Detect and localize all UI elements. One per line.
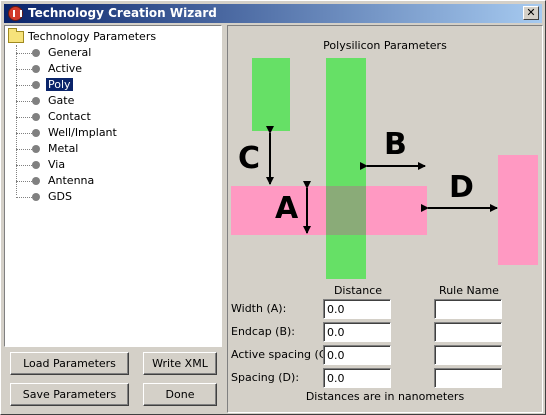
tree-branch-line — [16, 197, 32, 198]
tree-branch-line — [16, 117, 32, 118]
load-parameters-button[interactable]: Load Parameters — [10, 352, 129, 375]
tree-item-label: Gate — [48, 94, 75, 107]
tree-item-gate[interactable]: Gate — [16, 93, 206, 109]
tree-item-label: Contact — [48, 110, 91, 123]
tree-item-label: Poly — [46, 78, 73, 91]
tree-item-label: Metal — [48, 142, 79, 155]
save-parameters-button[interactable]: Save Parameters — [10, 383, 129, 406]
tree-branch-line — [16, 165, 32, 166]
dimension-label-c: C — [238, 141, 261, 176]
tree-item-contact[interactable]: Contact — [16, 109, 206, 125]
tree-item-label: GDS — [48, 190, 72, 203]
title-bar[interactable]: Technology Creation Wizard ✕ — [4, 4, 542, 23]
dimension-label-d: D — [449, 170, 474, 205]
active-spacing-label: Active spacing (C): — [231, 348, 335, 361]
wizard-window: Technology Creation Wizard ✕ Technology … — [0, 0, 546, 415]
tree-branch-line — [16, 69, 32, 70]
units-footnote: Distances are in nanometers — [305, 390, 465, 403]
endcap-distance-input[interactable] — [323, 322, 391, 342]
tree-branch-line — [16, 101, 32, 102]
active-spacing-rule-name-input[interactable] — [434, 345, 502, 365]
folder-icon — [8, 28, 24, 43]
dimension-label-a: A — [275, 191, 299, 226]
distance-column-header: Distance — [333, 284, 383, 297]
tree-item-label: General — [48, 46, 92, 59]
width-label: Width (A): — [231, 302, 287, 315]
spacing-rule-name-input[interactable] — [434, 368, 502, 388]
endcap-rule-name-input[interactable] — [434, 322, 502, 342]
done-button[interactable]: Done — [143, 383, 217, 406]
tree-item-metal[interactable]: Metal — [16, 141, 206, 157]
tree-item-label: Well/Implant — [48, 126, 117, 139]
tree-branch-line — [16, 85, 32, 86]
app-icon — [8, 6, 23, 21]
tree-item-via[interactable]: Via — [16, 157, 206, 173]
bullet-icon — [32, 161, 40, 169]
rule-name-column-header: Rule Name — [439, 284, 499, 297]
bullet-icon — [32, 129, 40, 137]
tree-item-poly[interactable]: Poly — [16, 77, 206, 93]
window-title: Technology Creation Wizard — [28, 6, 217, 20]
tree-branch-line — [16, 149, 32, 150]
bullet-icon — [32, 145, 40, 153]
tree-branch-line — [16, 133, 32, 134]
tree-item-gds[interactable]: GDS — [16, 189, 206, 205]
spacing-label: Spacing (D): — [231, 371, 300, 384]
bullet-icon — [32, 177, 40, 185]
tree-item-antenna[interactable]: Antenna — [16, 173, 206, 189]
tree-item-label: Active — [48, 62, 83, 75]
width-distance-input[interactable] — [323, 299, 391, 319]
bullet-icon — [32, 49, 40, 57]
tree-branch-line — [16, 181, 32, 182]
endcap-label: Endcap (B): — [231, 325, 296, 338]
tree-branch-line — [16, 53, 32, 54]
tree-item-label: Antenna — [48, 174, 95, 187]
bullet-icon — [32, 97, 40, 105]
parameter-tree: Technology Parameters General Active Pol… — [4, 25, 222, 347]
bullet-icon — [32, 81, 40, 89]
tree-item-active[interactable]: Active — [16, 61, 206, 77]
parameters-panel: Polysilicon Parameters A B C D Distance … — [227, 25, 543, 413]
write-xml-button[interactable]: Write XML — [143, 352, 217, 375]
tree-item-well-implant[interactable]: Well/Implant — [16, 125, 206, 141]
tree-item-label: Via — [48, 158, 66, 171]
tree-root-label: Technology Parameters — [28, 30, 157, 43]
active-spacing-distance-input[interactable] — [323, 345, 391, 365]
bullet-icon — [32, 113, 40, 121]
close-button[interactable]: ✕ — [523, 6, 539, 20]
width-rule-name-input[interactable] — [434, 299, 502, 319]
tree-item-general[interactable]: General — [16, 45, 206, 61]
bullet-icon — [32, 193, 40, 201]
dimension-label-b: B — [384, 127, 407, 162]
bullet-icon — [32, 65, 40, 73]
spacing-distance-input[interactable] — [323, 368, 391, 388]
left-pane: Technology Parameters General Active Pol… — [4, 25, 222, 413]
